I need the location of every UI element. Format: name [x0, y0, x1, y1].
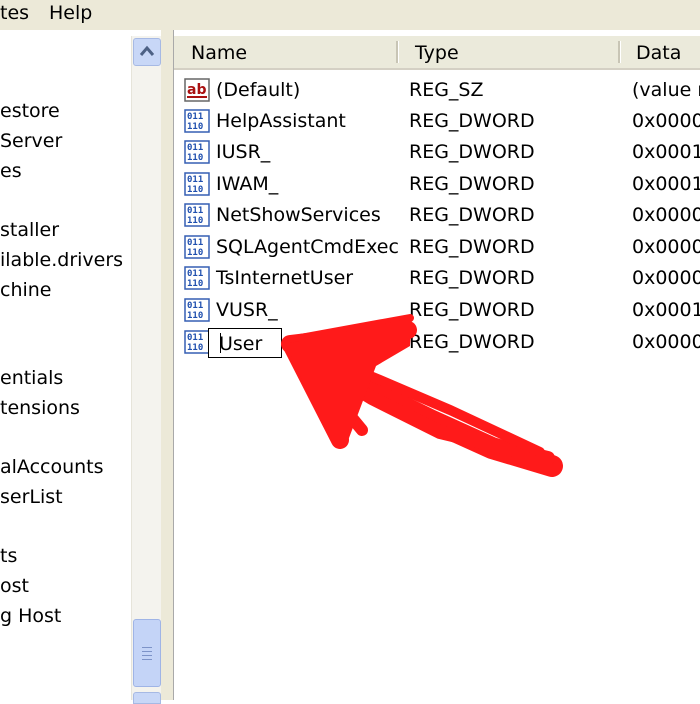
menu-bar: tes Help: [0, 0, 700, 30]
value-data: 0x00000: [632, 110, 700, 132]
list-row[interactable]: 011110 TsInternetUser REG_DWORD 0x00000: [174, 264, 700, 295]
tree-item[interactable]: chine: [0, 278, 52, 302]
list-row[interactable]: 011110 NetShowServices REG_DWORD 0x00000: [174, 201, 700, 232]
column-type[interactable]: Type: [415, 42, 459, 64]
svg-text:110: 110: [187, 122, 203, 132]
text-caret: [220, 333, 221, 353]
column-divider[interactable]: [396, 41, 399, 63]
list-row[interactable]: 011110 VUSR_ REG_DWORD 0x00010: [174, 296, 700, 327]
value-type: REG_DWORD: [409, 267, 535, 289]
list-row-editing[interactable]: 011110 User REG_DWORD 0x00000: [174, 328, 700, 359]
tree-item[interactable]: ost: [0, 574, 29, 598]
svg-text:011: 011: [187, 301, 203, 311]
tree-item[interactable]: staller: [0, 218, 59, 242]
tree-item[interactable]: ts: [0, 544, 17, 568]
value-data: 0x00000: [632, 331, 700, 353]
value-type: REG_DWORD: [409, 299, 535, 321]
value-data: 0x00010: [632, 173, 700, 195]
value-type: REG_DWORD: [409, 331, 535, 353]
svg-text:ab: ab: [187, 82, 206, 98]
scroll-up-button[interactable]: [133, 38, 161, 66]
svg-text:110: 110: [187, 185, 203, 195]
grip-line: [142, 651, 152, 652]
value-name: TsInternetUser: [216, 267, 354, 289]
value-data: 0x00000: [632, 267, 700, 289]
svg-text:110: 110: [187, 279, 203, 289]
tree-item[interactable]: Server: [0, 129, 62, 153]
tree-item[interactable]: estore: [0, 99, 60, 123]
menu-favorites[interactable]: tes: [0, 2, 29, 24]
tree-item[interactable]: es: [0, 159, 22, 183]
value-data: 0x00010: [632, 141, 700, 163]
menu-help[interactable]: Help: [49, 2, 92, 24]
scroll-thumb[interactable]: [133, 619, 161, 687]
binary-value-icon: 011110: [184, 140, 210, 164]
value-type: REG_SZ: [409, 79, 484, 101]
binary-value-icon: 011110: [184, 298, 210, 322]
svg-text:110: 110: [187, 216, 203, 226]
grip-line: [142, 655, 152, 656]
binary-value-icon: 011110: [184, 172, 210, 196]
value-name: VUSR_: [216, 299, 278, 321]
svg-text:011: 011: [187, 269, 203, 279]
scroll-down-button[interactable]: [133, 692, 161, 704]
value-type: REG_DWORD: [409, 110, 535, 132]
svg-text:011: 011: [187, 238, 203, 248]
value-type: REG_DWORD: [409, 236, 535, 258]
value-data: 0x00000: [632, 236, 700, 258]
column-divider[interactable]: [618, 41, 621, 63]
svg-text:110: 110: [187, 248, 203, 258]
binary-value-icon: 011110: [184, 203, 210, 227]
tree-item[interactable]: entials: [0, 366, 63, 390]
tree-item[interactable]: serList: [0, 485, 63, 509]
tree-item[interactable]: alAccounts: [0, 455, 104, 479]
tree-item[interactable]: tensions: [0, 396, 80, 420]
binary-value-icon: 011110: [184, 235, 210, 259]
svg-text:011: 011: [187, 333, 203, 343]
value-name: IUSR_: [216, 141, 271, 163]
binary-value-icon: 011110: [184, 266, 210, 290]
value-data: (value n: [632, 79, 700, 101]
grip-line: [142, 659, 152, 660]
value-name: SQLAgentCmdExec: [216, 236, 399, 258]
string-value-icon: ab: [184, 78, 210, 102]
tree-item[interactable]: g Host: [0, 604, 61, 628]
value-name: NetShowServices: [216, 204, 381, 226]
value-data: 0x00000: [632, 204, 700, 226]
value-type: REG_DWORD: [409, 173, 535, 195]
value-data: 0x00010: [632, 299, 700, 321]
svg-text:011: 011: [187, 143, 203, 153]
column-name[interactable]: Name: [191, 42, 247, 64]
value-type: REG_DWORD: [409, 204, 535, 226]
value-type: REG_DWORD: [409, 141, 535, 163]
list-header: Name Type Data: [174, 36, 700, 70]
list-row[interactable]: ab (Default) REG_SZ (value n: [174, 76, 700, 107]
tree-item[interactable]: ilable.drivers: [0, 248, 123, 272]
values-list: Name Type Data ab (Default) REG_SZ (valu…: [173, 30, 700, 700]
rename-input[interactable]: User: [208, 328, 282, 358]
tree-scrollbar[interactable]: [131, 36, 162, 704]
svg-text:011: 011: [187, 175, 203, 185]
svg-text:110: 110: [187, 343, 203, 353]
svg-text:110: 110: [187, 311, 203, 321]
list-row[interactable]: 011110 SQLAgentCmdExec REG_DWORD 0x00000: [174, 233, 700, 264]
value-name: IWAM_: [216, 173, 279, 195]
list-row[interactable]: 011110 HelpAssistant REG_DWORD 0x00000: [174, 107, 700, 138]
svg-text:011: 011: [187, 112, 203, 122]
list-row[interactable]: 011110 IWAM_ REG_DWORD 0x00010: [174, 170, 700, 201]
grip-line: [142, 647, 152, 648]
binary-value-icon: 011110: [184, 109, 210, 133]
value-name: (Default): [216, 79, 301, 101]
svg-text:011: 011: [187, 206, 203, 216]
binary-value-icon: 011110: [184, 330, 210, 354]
chevron-up-icon: [139, 45, 155, 56]
pane-splitter[interactable]: [161, 30, 173, 700]
list-row[interactable]: 011110 IUSR_ REG_DWORD 0x00010: [174, 138, 700, 169]
svg-text:110: 110: [187, 153, 203, 163]
value-name: HelpAssistant: [216, 110, 346, 132]
column-data[interactable]: Data: [636, 42, 681, 64]
